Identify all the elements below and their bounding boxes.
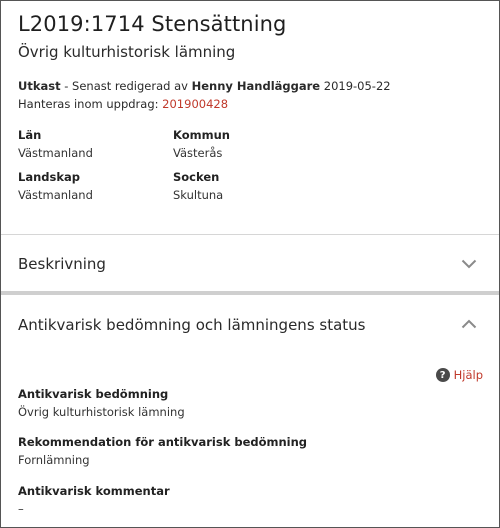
bedomning-field: Antikvarisk bedömning Övrig kulturhistor… — [18, 387, 185, 419]
landskap-value: Västmanland — [18, 188, 93, 202]
accordion-beskrivning-title: Beskrivning — [18, 255, 106, 273]
accordion-beskrivning[interactable]: Beskrivning — [1, 235, 499, 291]
question-circle-icon: ? — [435, 368, 450, 382]
kommun-value: Västerås — [173, 146, 223, 160]
socken-label: Socken — [173, 170, 220, 184]
lan-label: Län — [18, 128, 42, 142]
kommun-field: Kommun Västerås — [173, 128, 230, 160]
rekommendation-field: Rekommendation för antikvarisk bedömning… — [18, 435, 307, 467]
accordion-antikvarisk: Antikvarisk bedömning och lämningens sta… — [1, 295, 499, 527]
rekommendation-label: Rekommendation för antikvarisk bedömning — [18, 435, 308, 449]
rekommendation-value: Fornlämning — [18, 453, 90, 467]
assignment-label: Hanteras inom uppdrag: — [18, 97, 163, 111]
chevron-up-icon[interactable] — [461, 319, 477, 329]
page-title: L2019:1714 Stensättning — [18, 12, 287, 36]
edit-meta: Utkast - Senast redigerad av Henny Handl… — [18, 79, 391, 93]
assignment-line: Hanteras inom uppdrag: 201900428 — [18, 97, 228, 111]
editor-name: Henny Handläggare — [191, 79, 321, 93]
kommentar-field: Antikvarisk kommentar – — [18, 484, 170, 516]
status-label: Utkast — [18, 79, 61, 93]
kommentar-value: – — [18, 502, 24, 516]
kommentar-label: Antikvarisk kommentar — [18, 484, 170, 498]
detail-panel: L2019:1714 Stensättning Övrig kulturhist… — [0, 0, 500, 528]
socken-field: Socken Skultuna — [173, 170, 223, 202]
help-label: Hjälp — [453, 368, 483, 382]
assignment-link[interactable]: 201900428 — [162, 97, 228, 111]
help-link[interactable]: ? Hjälp — [435, 368, 483, 382]
accordion-antikvarisk-title[interactable]: Antikvarisk bedömning och lämningens sta… — [18, 316, 366, 334]
lan-field: Län Västmanland — [18, 128, 93, 160]
lan-value: Västmanland — [18, 146, 93, 160]
bedomning-value: Övrig kulturhistorisk lämning — [18, 405, 185, 419]
edited-date: 2019-05-22 — [320, 79, 391, 93]
kommun-label: Kommun — [173, 128, 230, 142]
bedomning-label: Antikvarisk bedömning — [18, 387, 169, 401]
chevron-down-icon[interactable] — [461, 259, 477, 269]
landskap-field: Landskap Västmanland — [18, 170, 93, 202]
edited-prefix: - Senast redigerad av — [60, 79, 192, 93]
page-subtitle: Övrig kulturhistorisk lämning — [18, 43, 236, 61]
header-section: L2019:1714 Stensättning Övrig kulturhist… — [1, 1, 499, 234]
landskap-label: Landskap — [18, 170, 80, 184]
socken-value: Skultuna — [173, 188, 224, 202]
